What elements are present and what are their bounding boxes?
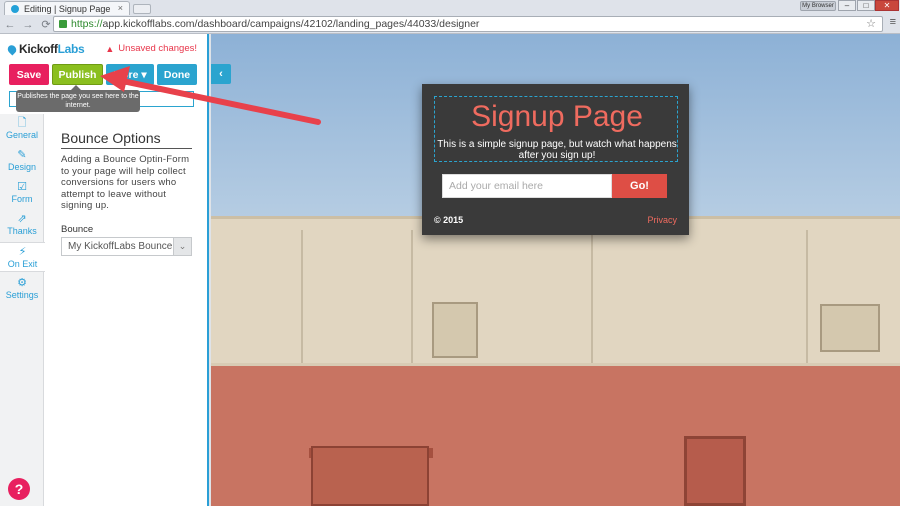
editor-sidebar: Kickoff Labs ▲ Unsaved changes! Save Publ… — [0, 34, 209, 506]
privacy-link[interactable]: Privacy — [647, 215, 677, 225]
tab-form-label: Form — [11, 194, 33, 204]
logo-kickoff-text: Kickoff — [19, 42, 58, 56]
email-field[interactable]: Add your email here — [442, 174, 612, 198]
unsaved-changes-notice: ▲ Unsaved changes! — [105, 43, 197, 54]
external-link-icon: ⇗ — [17, 213, 27, 225]
tab-design-label: Design — [7, 162, 36, 172]
tab-general[interactable]: 🗋 General — [0, 114, 44, 144]
navigation-bar: ← → ⟳ https:// app.kickofflabs.com/dashb… — [0, 15, 900, 34]
browser-chrome: Editing | Signup Page × My Browser – □ ✕… — [0, 0, 900, 34]
bookmark-star-icon[interactable]: ☆ — [866, 17, 876, 30]
tab-settings[interactable]: ⚙ Settings — [0, 274, 44, 304]
tab-general-label: General — [5, 130, 39, 140]
tab-thanks-label: Thanks — [7, 226, 37, 236]
wall-window — [820, 304, 880, 352]
signup-widget: Signup Page This is a simple signup page… — [422, 84, 689, 235]
panel-description: Adding a Bounce Optin-Form to your page … — [61, 154, 190, 211]
unsaved-text: Unsaved changes! — [118, 43, 197, 54]
wall-window — [432, 302, 478, 358]
browser-tab[interactable]: Editing | Signup Page × — [4, 1, 130, 15]
browser-menu-icon[interactable]: ≡ — [890, 16, 896, 28]
tab-on-exit[interactable]: ⚡ On Exit — [0, 242, 45, 272]
bricked-window — [684, 436, 746, 506]
publish-tooltip: Publishes the page you see here to the i… — [16, 85, 140, 112]
bounce-select[interactable]: My KickoffLabs Bounce... ⌄ — [61, 237, 192, 256]
warning-icon: ▲ — [105, 43, 115, 54]
maximize-button[interactable]: □ — [857, 0, 875, 11]
lightning-icon: ⚡ — [18, 246, 27, 258]
browser-user-label[interactable]: My Browser — [800, 1, 836, 11]
wall-pillar — [806, 230, 808, 366]
brush-icon: ✎ — [17, 149, 27, 161]
wall-pillar — [411, 230, 413, 366]
lock-icon — [59, 20, 67, 28]
done-button[interactable]: Done — [157, 64, 197, 85]
chevron-down-icon: ⌄ — [173, 238, 191, 255]
back-icon[interactable]: ← — [2, 19, 18, 31]
tab-settings-label: Settings — [5, 290, 39, 300]
checkbox-icon: ☑ — [17, 181, 27, 193]
logo-drop-icon — [5, 42, 19, 56]
document-icon: 🗋 — [17, 117, 27, 129]
address-bar[interactable]: https:// app.kickofflabs.com/dashboard/c… — [53, 16, 883, 32]
save-button[interactable]: Save — [9, 64, 49, 85]
background-door — [311, 446, 429, 506]
tab-thanks[interactable]: ⇗ Thanks — [0, 210, 44, 240]
new-tab-button[interactable] — [133, 4, 151, 14]
page-preview-canvas: ‹ Signup Page This is a simple signup pa… — [211, 34, 900, 506]
wall-pillar — [591, 230, 593, 366]
tab-on-exit-label: On Exit — [7, 259, 38, 269]
editable-header-region[interactable]: Signup Page This is a simple signup page… — [434, 96, 678, 162]
forward-icon[interactable]: → — [20, 19, 36, 31]
url-path: app.kickofflabs.com/dashboard/campaigns/… — [102, 18, 480, 30]
window-close-button[interactable]: ✕ — [875, 0, 899, 11]
go-button[interactable]: Go! — [612, 174, 667, 198]
more-button[interactable]: More ▾ — [106, 64, 154, 85]
tab-form[interactable]: ☑ Form — [0, 178, 44, 208]
gears-icon: ⚙ — [17, 277, 27, 289]
tab-design[interactable]: ✎ Design — [0, 146, 44, 176]
minimize-button[interactable]: – — [838, 0, 856, 11]
wall-pillar — [301, 230, 303, 366]
reload-icon[interactable]: ⟳ — [38, 18, 54, 31]
kickofflabs-favicon-icon — [11, 4, 19, 13]
signup-title: Signup Page — [471, 100, 643, 133]
signup-subtitle: This is a simple signup page, but watch … — [437, 139, 677, 161]
background-upper-wall — [211, 216, 900, 366]
bounce-label: Bounce — [61, 224, 94, 235]
copyright-text: © 2015 — [434, 215, 464, 225]
url-scheme: https:// — [71, 18, 103, 30]
bounce-select-value: My KickoffLabs Bounce... — [68, 241, 181, 252]
tab-title: Editing | Signup Page — [24, 3, 111, 14]
help-button[interactable]: ? — [8, 478, 30, 500]
kickofflabs-logo: Kickoff Labs — [5, 42, 85, 56]
logo-labs-text: Labs — [57, 42, 85, 56]
sidebar-vertical-tabs: 🗋 General ✎ Design ☑ Form ⇗ Thanks ⚡ On … — [0, 114, 45, 506]
collapse-sidebar-button[interactable]: ‹ — [211, 64, 231, 84]
publish-button[interactable]: Publish — [52, 64, 103, 85]
tab-close-icon[interactable]: × — [118, 3, 123, 13]
panel-title: Bounce Options — [61, 130, 192, 149]
